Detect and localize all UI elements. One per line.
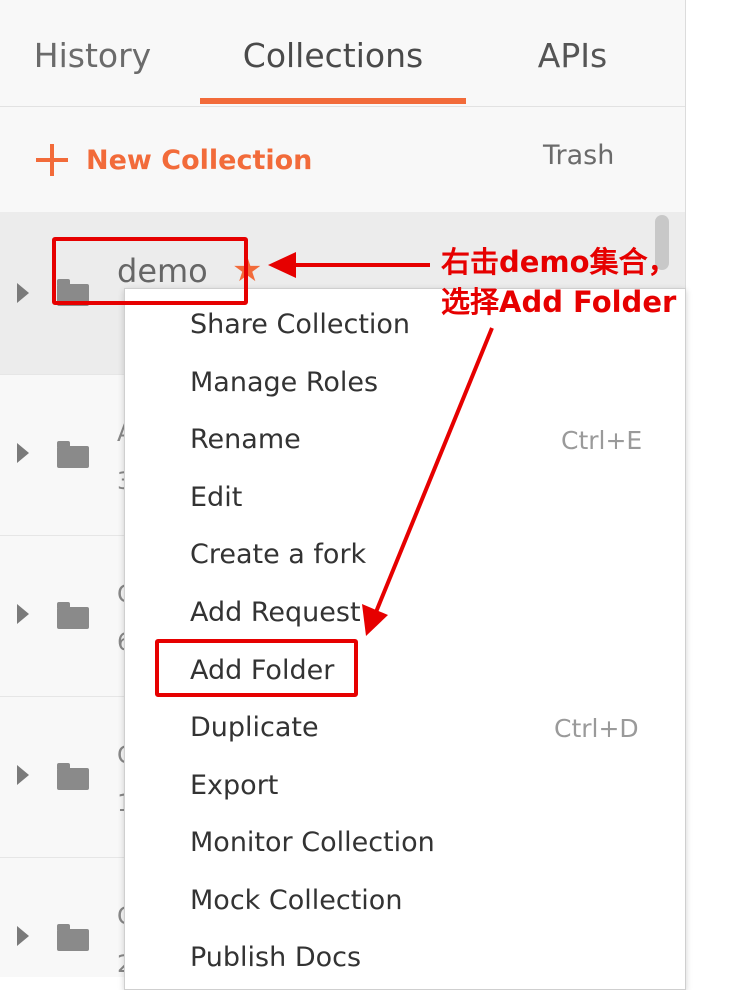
annotation-line-1: 右击demo集合， bbox=[441, 245, 677, 279]
annotation-arrows bbox=[268, 252, 494, 636]
annotation-note: 右击demo集合， 选择Add Folder bbox=[441, 242, 677, 322]
arrow-to-add-folder bbox=[374, 327, 494, 613]
arrowhead-demo-icon bbox=[268, 252, 296, 278]
annotation-line-2: 选择Add Folder bbox=[441, 285, 677, 319]
arrowhead-add-folder-icon bbox=[362, 604, 388, 636]
